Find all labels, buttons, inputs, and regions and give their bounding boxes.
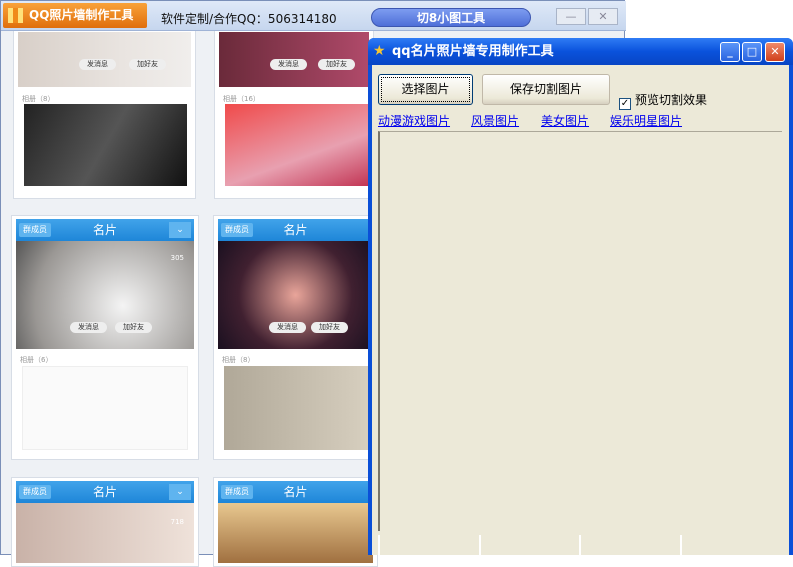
checkbox-label: 预览切割效果 bbox=[635, 93, 708, 107]
like-count: 305 bbox=[170, 254, 184, 262]
close-icon[interactable]: ✕ bbox=[765, 42, 785, 62]
profile-card: 群成员 名片 bbox=[213, 477, 378, 567]
minimize-button[interactable]: — bbox=[556, 8, 586, 25]
link-beauty[interactable]: 美女图片 bbox=[541, 112, 589, 129]
card-title: 名片 bbox=[92, 223, 117, 237]
card-title: 名片 bbox=[92, 485, 117, 499]
chevron-down-icon[interactable]: ⌄ bbox=[169, 484, 191, 500]
cut-slot bbox=[579, 535, 675, 555]
cut-slot bbox=[680, 535, 776, 555]
group-members-button[interactable]: 群成员 bbox=[221, 485, 253, 499]
profile-card: 发消息 加好友 相册（16） bbox=[214, 21, 375, 199]
card-title: 名片 bbox=[283, 485, 308, 499]
album-photo bbox=[24, 104, 187, 186]
album-label: 相册（6） bbox=[20, 356, 53, 364]
add-friend-button[interactable]: 加好友 bbox=[318, 59, 355, 70]
album-photo bbox=[22, 366, 188, 450]
like-count: 718 bbox=[170, 518, 184, 526]
add-friend-button[interactable]: 加好友 bbox=[311, 322, 348, 333]
contact-text: 软件定制/合作QQ：506314180 bbox=[161, 12, 337, 26]
album-label: 相册（8） bbox=[22, 95, 55, 103]
preview-cut-checkbox[interactable]: ✓ 预览切割效果 bbox=[619, 91, 707, 110]
app-logo: QQ照片墙制作工具 bbox=[3, 3, 147, 28]
send-message-button[interactable]: 发消息 bbox=[79, 59, 116, 70]
profile-card: 发消息 加好友 相册（8） bbox=[13, 21, 196, 199]
close-button[interactable]: ✕ bbox=[588, 8, 618, 25]
group-members-button[interactable]: 群成员 bbox=[19, 485, 51, 499]
send-message-button[interactable]: 发消息 bbox=[70, 322, 107, 333]
dialog-titlebar: ★ qq名片照片墙专用制作工具 _ □ ✕ bbox=[368, 38, 793, 65]
group-members-button[interactable]: 群成员 bbox=[19, 223, 51, 237]
minimize-icon[interactable]: _ bbox=[720, 42, 740, 62]
select-image-button[interactable]: 选择图片 bbox=[378, 74, 473, 105]
profile-card: 群成员 名片 ⌄ 305 发消息 加好友 相册（6） bbox=[11, 215, 199, 460]
app-icon: ★ bbox=[373, 43, 386, 59]
maximize-icon[interactable]: □ bbox=[742, 42, 762, 62]
cut-slot bbox=[479, 535, 575, 555]
cut-8-tool-button[interactable]: 切8小图工具 bbox=[371, 8, 531, 27]
app-logo-text: QQ照片墙制作工具 bbox=[29, 8, 134, 22]
dialog-title: qq名片照片墙专用制作工具 bbox=[392, 44, 554, 59]
album-photo bbox=[225, 104, 375, 186]
profile-card: 群成员 名片 发消息 加好友 相册（8） bbox=[213, 215, 378, 460]
group-members-button[interactable]: 群成员 bbox=[221, 223, 253, 237]
link-anime-games[interactable]: 动漫游戏图片 bbox=[378, 112, 450, 129]
album-photo bbox=[224, 366, 374, 450]
cut-tool-dialog: ★ qq名片照片墙专用制作工具 _ □ ✕ 选择图片 保存切割图片 ✓ 预览切割效… bbox=[368, 38, 793, 555]
album-label: 相册（16） bbox=[223, 95, 260, 103]
profile-card: 群成员 名片 ⌄ 718 bbox=[11, 477, 199, 567]
main-titlebar: QQ照片墙制作工具 软件定制/合作QQ：506314180 切8小图工具 — ✕ bbox=[1, 1, 626, 31]
link-scenery[interactable]: 风景图片 bbox=[471, 112, 519, 129]
send-message-button[interactable]: 发消息 bbox=[269, 322, 306, 333]
cut-slot bbox=[378, 535, 474, 555]
image-preview-area bbox=[378, 131, 782, 531]
add-friend-button[interactable]: 加好友 bbox=[129, 59, 166, 70]
album-label: 相册（8） bbox=[222, 356, 255, 364]
chevron-down-icon[interactable]: ⌄ bbox=[169, 222, 191, 238]
dialog-body: 选择图片 保存切割图片 ✓ 预览切割效果 动漫游戏图片 风景图片 美女图片 娱乐明… bbox=[372, 65, 789, 555]
logo-icon bbox=[8, 8, 23, 23]
link-celebrity[interactable]: 娱乐明星图片 bbox=[610, 112, 682, 129]
add-friend-button[interactable]: 加好友 bbox=[115, 322, 152, 333]
send-message-button[interactable]: 发消息 bbox=[270, 59, 307, 70]
save-cut-images-button[interactable]: 保存切割图片 bbox=[482, 74, 610, 105]
checkbox-checked-icon[interactable]: ✓ bbox=[619, 98, 631, 110]
card-title: 名片 bbox=[283, 223, 308, 237]
